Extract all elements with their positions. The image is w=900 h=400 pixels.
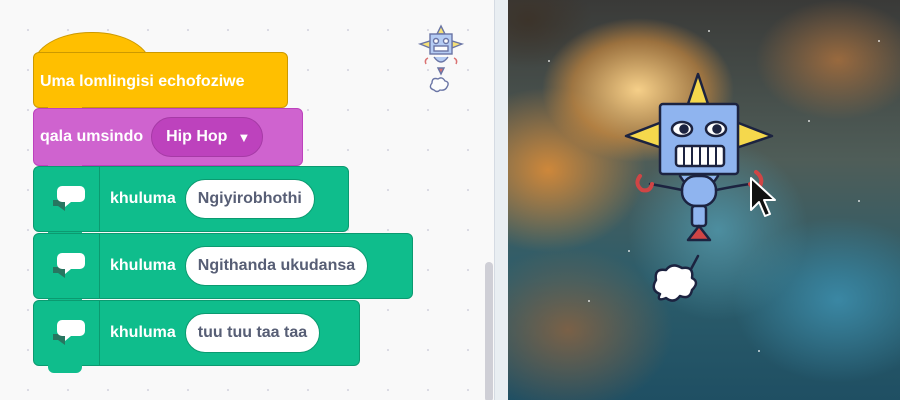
stage[interactable]: [508, 0, 900, 400]
say-text-input[interactable]: tuu tuu taa taa: [184, 313, 321, 353]
caret-down-icon: ▼: [237, 129, 251, 145]
sound-dropdown[interactable]: Hip Hop ▼: [151, 117, 264, 157]
script-workspace[interactable]: Uma lomlingisi echofoziwe qala umsindo H…: [0, 0, 494, 400]
say-block-label: khuluma: [110, 257, 176, 274]
say-block-3[interactable]: khuluma tuu tuu taa taa: [33, 300, 360, 366]
sound-block-label: qala umsindo: [40, 128, 144, 145]
say-text-input[interactable]: Ngithanda ukudansa: [184, 246, 369, 286]
say-block-1[interactable]: khuluma Ngiyirobhothi: [33, 166, 349, 232]
sound-dropdown-value: Hip Hop: [166, 128, 228, 145]
panel-divider: [494, 0, 508, 400]
robot-sprite-icon: [417, 24, 465, 93]
when-backdrop-switches-hat-block[interactable]: Uma lomlingisi echofoziwe: [33, 52, 288, 108]
speaker-speech-bubble-icon: [34, 234, 100, 298]
block-notch: [48, 365, 82, 373]
speaker-speech-bubble-icon: [34, 167, 100, 231]
say-text-input[interactable]: Ngiyirobhothi: [184, 179, 315, 219]
start-sound-block[interactable]: qala umsindo Hip Hop ▼: [33, 108, 303, 166]
workspace-scrollbar[interactable]: [485, 262, 493, 400]
say-block-label: khuluma: [110, 324, 176, 341]
mouse-pointer-icon: [750, 177, 776, 217]
hat-block-label: Uma lomlingisi echofoziwe: [40, 73, 245, 90]
say-block-label: khuluma: [110, 190, 176, 207]
speaker-speech-bubble-icon: [34, 301, 100, 365]
say-block-2[interactable]: khuluma Ngithanda ukudansa: [33, 233, 413, 299]
